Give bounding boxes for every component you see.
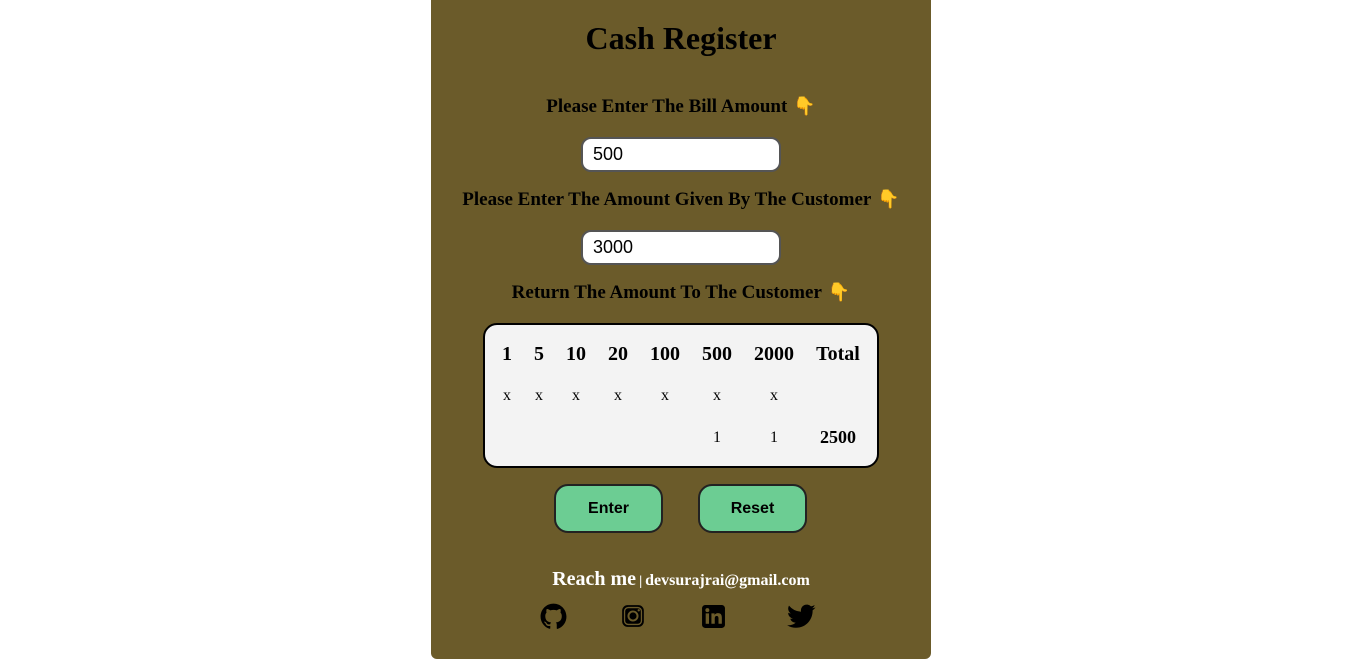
bill-amount-input[interactable] (581, 137, 781, 172)
github-icon[interactable] (538, 601, 568, 631)
reset-button[interactable]: Reset (698, 484, 807, 533)
bill-amount-label: Please Enter The Bill Amount 👇 (431, 96, 931, 118)
denomination-header: 1 (502, 343, 512, 365)
total-header: Total (816, 343, 860, 365)
multiplier-cell: x (713, 387, 721, 404)
change-table: 1 5 10 20 100 500 2000 Total x x x x x x… (483, 323, 879, 468)
denomination-header: 2000 (754, 343, 794, 365)
denomination-header: 10 (566, 343, 586, 365)
cash-given-label: Please Enter The Amount Given By The Cus… (431, 189, 931, 211)
multiplier-cell: x (661, 387, 669, 404)
contact-line: Reach me | devsurajrai@gmail.com (431, 568, 931, 591)
bill-amount-label-text: Please Enter The Bill Amount (546, 96, 788, 117)
enter-button[interactable]: Enter (554, 484, 663, 533)
denomination-header: 20 (608, 343, 628, 365)
total-value: 2500 (820, 427, 856, 447)
return-amount-label-text: Return The Amount To The Customer (511, 282, 822, 303)
cash-given-input[interactable] (581, 230, 781, 265)
denomination-header: 500 (702, 343, 732, 365)
reach-me-label: Reach me (552, 568, 637, 590)
pointing-down-icon: 👇 (877, 189, 900, 210)
note-count-cell: 1 (770, 429, 778, 446)
note-count-cell: 1 (713, 429, 721, 446)
page-title: Cash Register (585, 20, 777, 56)
multiplier-cell: x (770, 387, 778, 404)
multiplier-cell: x (614, 387, 622, 404)
separator: | (639, 574, 643, 589)
contact-email[interactable]: devsurajrai@gmail.com (645, 572, 810, 589)
denomination-header: 5 (534, 343, 544, 365)
twitter-icon[interactable] (786, 601, 816, 631)
pointing-down-icon: 👇 (793, 96, 816, 117)
cash-given-label-text: Please Enter The Amount Given By The Cus… (462, 189, 872, 210)
denomination-header: 100 (650, 343, 680, 365)
linkedin-icon[interactable] (698, 601, 728, 631)
pointing-down-icon: 👇 (827, 282, 851, 303)
multiplier-cell: x (503, 387, 511, 404)
multiplier-cell: x (572, 387, 580, 404)
multiplier-cell: x (535, 387, 543, 404)
cash-register-panel: Cash Register Please Enter The Bill Amou… (431, 0, 931, 659)
instagram-icon[interactable] (618, 601, 648, 631)
return-amount-label: Return The Amount To The Customer 👇 (431, 282, 931, 304)
